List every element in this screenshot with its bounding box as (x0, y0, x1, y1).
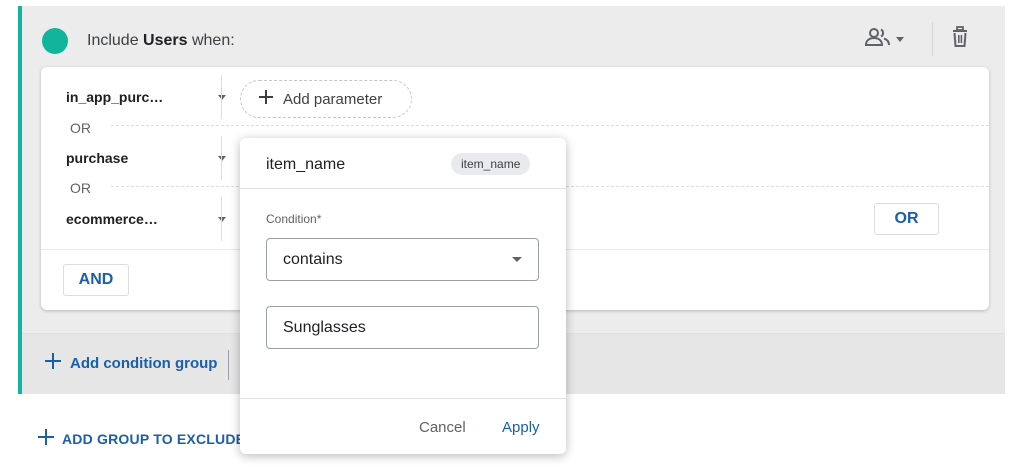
header-divider (932, 22, 933, 56)
include-users-heading: Include Users when: (87, 32, 235, 49)
trash-icon (950, 25, 970, 53)
row-divider (221, 136, 222, 180)
add-group-to-exclude-button[interactable]: ADD GROUP TO EXCLUDE (38, 429, 245, 448)
chevron-down-icon (896, 36, 904, 42)
popup-title: item_name (266, 156, 346, 173)
delete-group-button[interactable] (950, 24, 974, 54)
event-name: in_app_purc… (66, 89, 164, 105)
audience-builder: Include Users when: Add condition group (0, 0, 1024, 469)
or-button[interactable]: OR (874, 203, 939, 235)
row-divider (221, 75, 222, 119)
add-condition-group-button[interactable]: Add condition group (44, 352, 217, 374)
add-condition-group-label: Add condition group (70, 354, 218, 372)
event-name: purchase (66, 150, 129, 166)
condition-row: in_app_purc… Add parameter (41, 69, 989, 125)
add-group-to-exclude-label: ADD GROUP TO EXCLUDE (62, 430, 246, 447)
condition-label: Condition* (266, 212, 322, 226)
condition-select[interactable]: contains (266, 238, 539, 281)
event-select-dropdown[interactable]: purchase (66, 130, 226, 186)
row-dashed-divider (111, 125, 989, 126)
apply-button[interactable]: Apply (502, 419, 540, 436)
parameter-chip: item_name (451, 153, 531, 175)
chevron-down-icon (218, 94, 226, 100)
chevron-down-icon (512, 257, 522, 262)
plus-icon (259, 90, 273, 108)
group-header: Include Users when: (22, 6, 1005, 68)
status-dot (42, 28, 68, 54)
event-select-dropdown[interactable]: ecommerce… (66, 191, 226, 247)
add-parameter-button[interactable]: Add parameter (240, 80, 412, 118)
and-button[interactable]: AND (63, 264, 129, 296)
popup-footer-divider (240, 398, 566, 399)
plus-icon (38, 429, 54, 448)
plus-icon (44, 352, 62, 374)
event-name: ecommerce… (66, 211, 158, 227)
value-input[interactable] (266, 306, 539, 349)
event-select-dropdown[interactable]: in_app_purc… (66, 69, 226, 125)
condition-value: contains (283, 250, 343, 268)
scope-dropdown-button[interactable] (864, 24, 916, 54)
footer-divider (228, 350, 229, 380)
row-divider (221, 197, 222, 241)
cancel-button[interactable]: Cancel (419, 419, 466, 436)
parameter-popup: item_name item_name Condition* contains … (240, 138, 566, 454)
chevron-down-icon (218, 155, 226, 161)
chevron-down-icon (218, 216, 226, 222)
add-parameter-label: Add parameter (283, 90, 383, 108)
popup-divider (240, 188, 566, 189)
people-icon (864, 26, 892, 53)
